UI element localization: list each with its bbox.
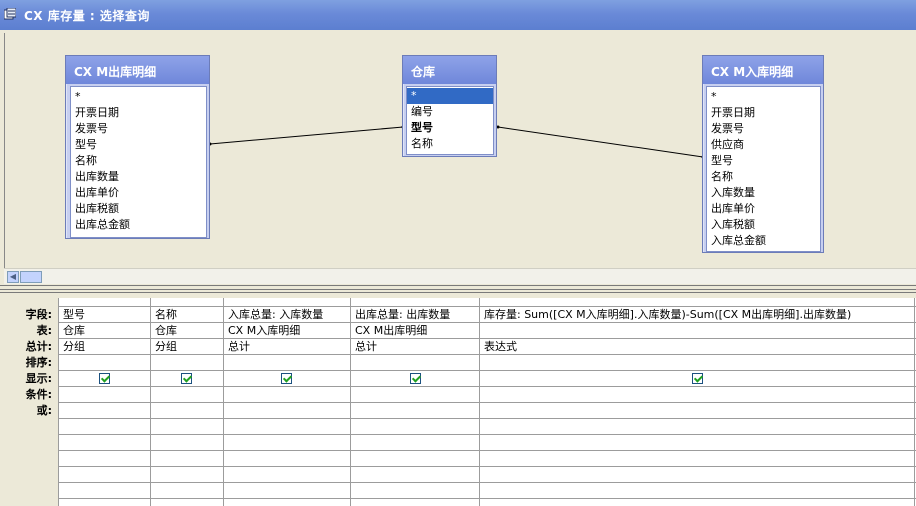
field-item-primary-key[interactable]: 型号 bbox=[407, 120, 493, 136]
show-checkbox[interactable] bbox=[410, 373, 421, 384]
field-item[interactable]: 入库税额 bbox=[707, 217, 820, 233]
field-list-in-stock[interactable]: CX M入库明细 * 开票日期 发票号 供应商 型号 名称 入库数量 出库单价 … bbox=[702, 55, 824, 253]
query-icon bbox=[4, 8, 16, 20]
scroll-left-icon[interactable]: ◀ bbox=[7, 271, 19, 283]
field-item[interactable]: 出库数量 bbox=[71, 169, 206, 185]
field-item[interactable]: 出库税额 bbox=[71, 201, 206, 217]
grid-cell-table[interactable]: 仓库 bbox=[59, 323, 85, 338]
field-item[interactable]: * bbox=[707, 89, 820, 105]
field-item[interactable]: 出库单价 bbox=[71, 185, 206, 201]
field-item[interactable]: * bbox=[71, 89, 206, 105]
grid-cell-field[interactable]: 入库总量: 入库数量 bbox=[224, 307, 323, 322]
field-item[interactable]: 名称 bbox=[71, 153, 206, 169]
field-list-title[interactable]: 仓库 bbox=[403, 56, 496, 84]
field-list-title[interactable]: CX M出库明细 bbox=[66, 56, 209, 84]
grid-cell-total[interactable]: 分组 bbox=[151, 339, 177, 354]
field-item[interactable]: 开票日期 bbox=[71, 105, 206, 121]
field-item[interactable]: 名称 bbox=[407, 136, 493, 152]
window-title: CX 库存量 : 选择查询 bbox=[24, 9, 150, 23]
field-item[interactable]: 发票号 bbox=[71, 121, 206, 137]
grid-cell-total[interactable]: 表达式 bbox=[480, 339, 517, 354]
grid-cell-total[interactable]: 分组 bbox=[59, 339, 85, 354]
field-item[interactable]: 型号 bbox=[707, 153, 820, 169]
field-item[interactable]: 名称 bbox=[707, 169, 820, 185]
row-label-criteria: 条件: bbox=[25, 388, 52, 401]
field-item[interactable]: 供应商 bbox=[707, 137, 820, 153]
show-checkbox[interactable] bbox=[281, 373, 292, 384]
grid-cell-field[interactable]: 出库总量: 出库数量 bbox=[351, 307, 450, 322]
grid-cell-table[interactable]: CX M入库明细 bbox=[224, 323, 300, 338]
table-pane[interactable]: CX M出库明细 * 开票日期 发票号 型号 名称 出库数量 出库单价 出库税额… bbox=[4, 33, 916, 283]
join-line-out-stock[interactable] bbox=[209, 126, 404, 145]
field-item[interactable]: 开票日期 bbox=[707, 105, 820, 121]
field-item[interactable]: 出库单价 bbox=[707, 201, 820, 217]
row-label-total: 总计: bbox=[25, 340, 52, 353]
row-label-or: 或: bbox=[36, 404, 52, 417]
show-checkbox[interactable] bbox=[692, 373, 703, 384]
design-grid: 字段: 表: 总计: 排序: 显示: 条件: 或: 型号 仓库 分组 名称 仓库… bbox=[4, 298, 916, 506]
row-label-field: 字段: bbox=[25, 308, 52, 321]
show-checkbox[interactable] bbox=[181, 373, 192, 384]
field-item[interactable]: 入库总金额 bbox=[707, 233, 820, 249]
grid-cell-total[interactable]: 总计 bbox=[351, 339, 377, 354]
show-checkbox[interactable] bbox=[99, 373, 110, 384]
grid-cell-total[interactable]: 总计 bbox=[224, 339, 250, 354]
field-list-warehouse[interactable]: 仓库 * 编号 型号 名称 bbox=[402, 55, 497, 157]
field-item[interactable]: 型号 bbox=[71, 137, 206, 153]
row-label-table: 表: bbox=[36, 324, 52, 337]
row-label-sort: 排序: bbox=[25, 356, 52, 369]
field-item[interactable]: 编号 bbox=[407, 104, 493, 120]
grid-cell-field[interactable]: 型号 bbox=[59, 307, 85, 322]
grid-cell-table[interactable]: 仓库 bbox=[151, 323, 177, 338]
field-list-out-stock[interactable]: CX M出库明细 * 开票日期 发票号 型号 名称 出库数量 出库单价 出库税额… bbox=[65, 55, 210, 239]
grid-cell-field[interactable]: 名称 bbox=[151, 307, 177, 322]
field-item-selected[interactable]: * bbox=[407, 88, 493, 104]
row-label-show: 显示: bbox=[25, 372, 52, 385]
pane-splitter[interactable] bbox=[0, 285, 916, 293]
grid-cell-table[interactable]: CX M出库明细 bbox=[351, 323, 427, 338]
grid-cell-field-expression[interactable]: 库存量: Sum([CX M入库明细].入库数量)-Sum([CX M出库明细]… bbox=[480, 307, 851, 322]
scroll-thumb[interactable] bbox=[20, 271, 42, 283]
field-list-title[interactable]: CX M入库明细 bbox=[703, 56, 823, 84]
field-item[interactable]: 入库数量 bbox=[707, 185, 820, 201]
field-item[interactable]: 出库总金额 bbox=[71, 217, 206, 233]
row-labels: 字段: 表: 总计: 排序: 显示: 条件: 或: bbox=[4, 298, 58, 506]
title-bar: CX 库存量 : 选择查询 bbox=[0, 0, 916, 30]
join-line-in-stock[interactable] bbox=[497, 126, 704, 158]
field-item[interactable]: 发票号 bbox=[707, 121, 820, 137]
horizontal-scrollbar[interactable]: ◀ bbox=[4, 268, 916, 284]
